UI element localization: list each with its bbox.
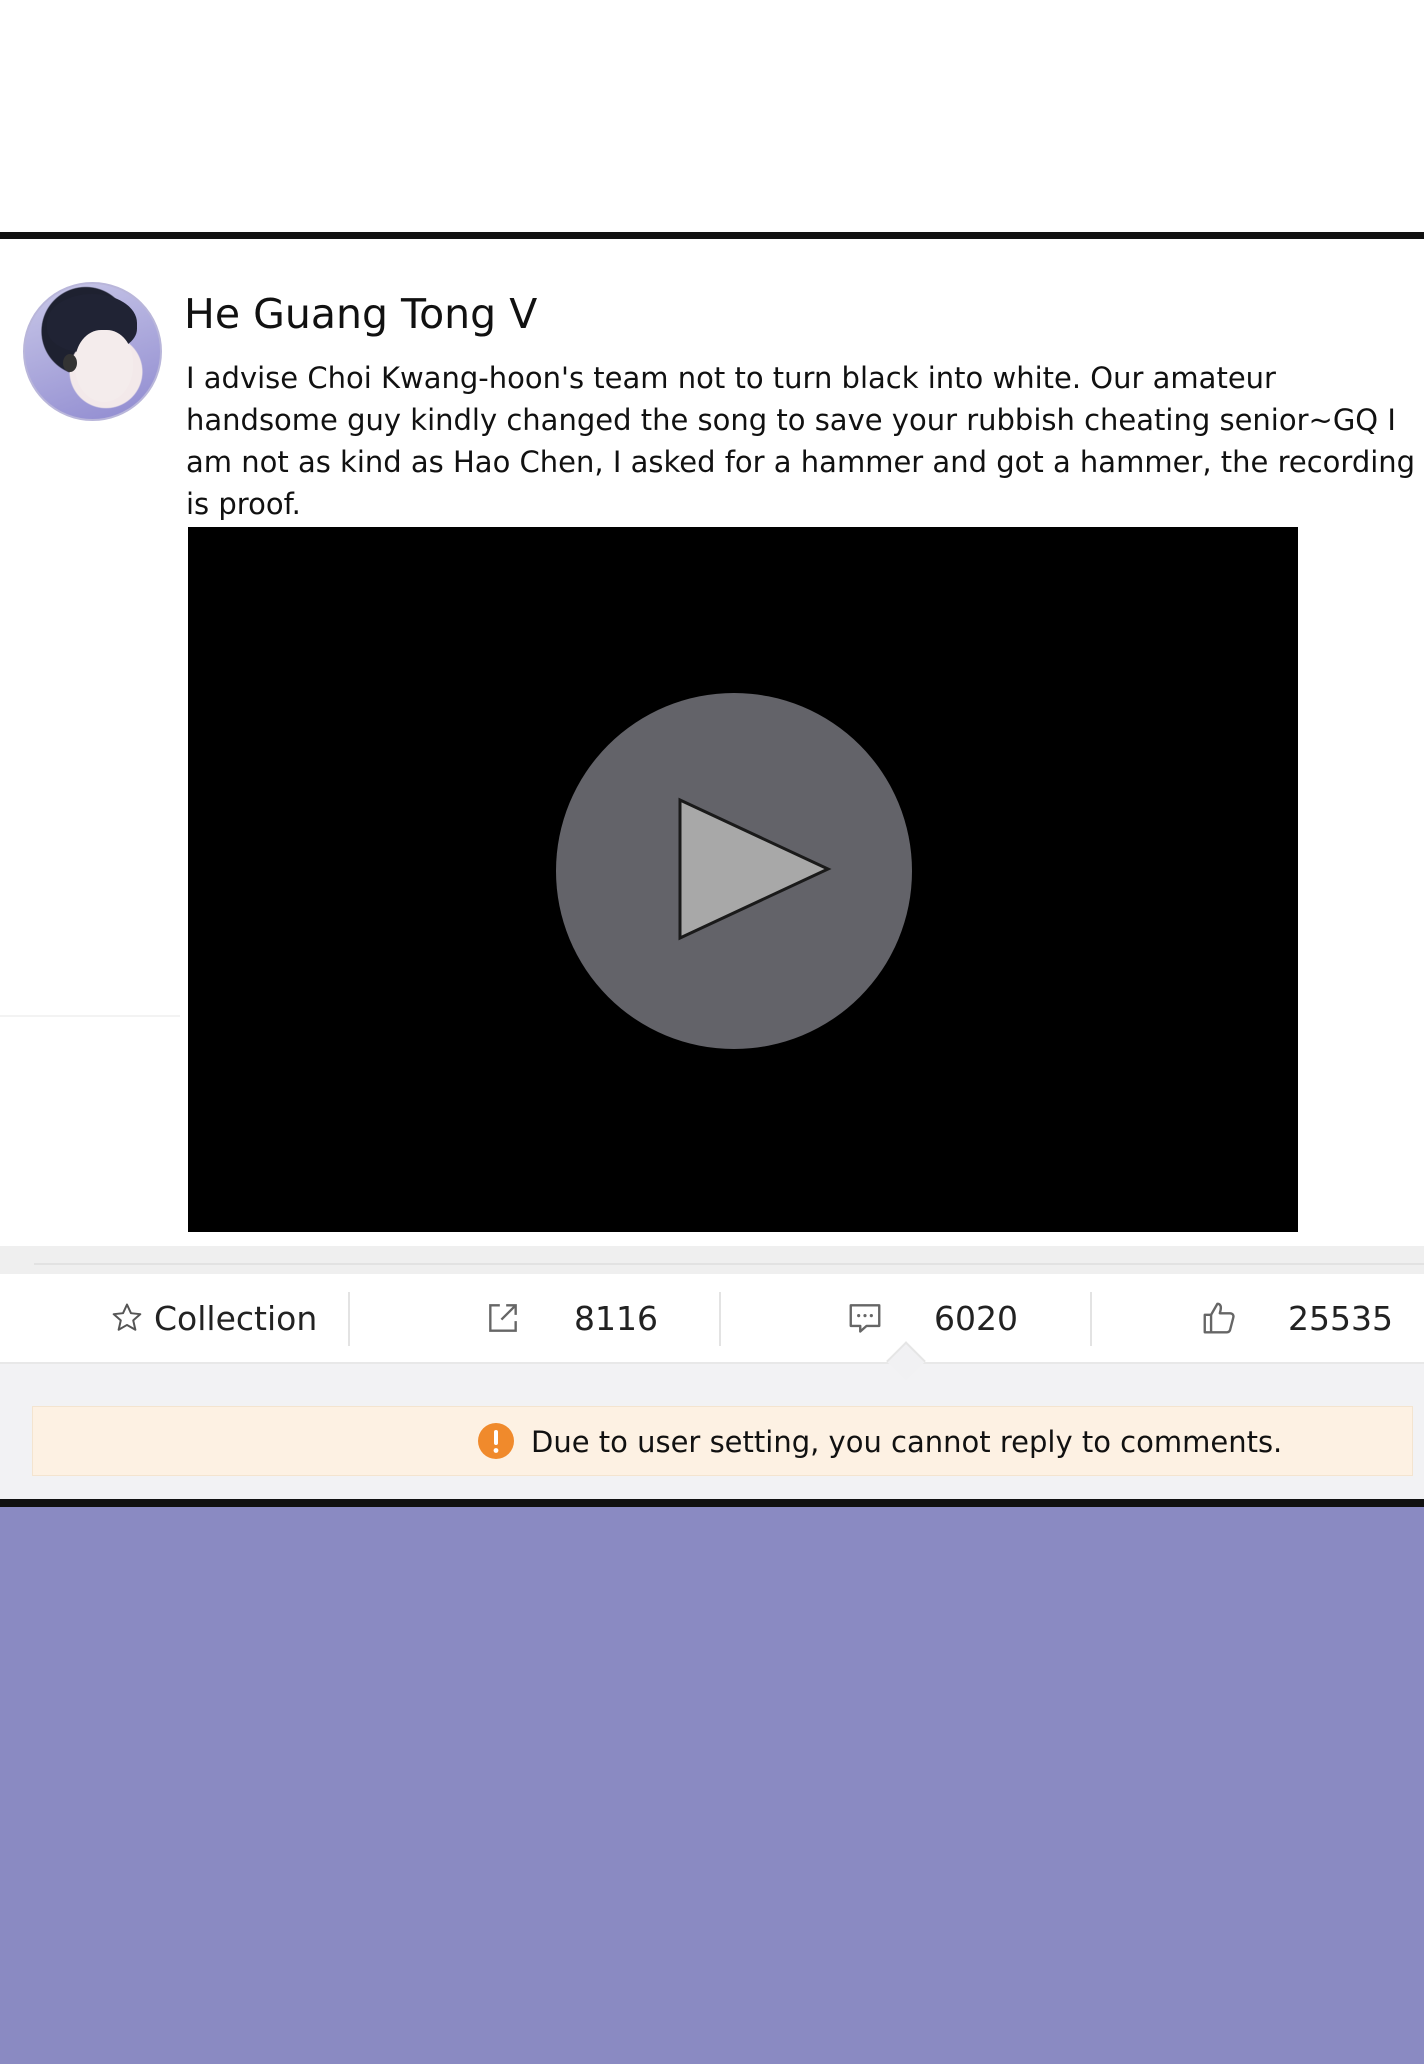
share-icon (489, 1304, 517, 1332)
share-button[interactable]: 8116 (484, 1274, 658, 1362)
notice-text: Due to user setting, you cannot reply to… (531, 1425, 1283, 1459)
top-border (0, 232, 1424, 239)
action-separator (348, 1292, 350, 1346)
like-count: 25535 (1288, 1298, 1393, 1338)
faint-divider (0, 1015, 180, 1017)
video-player[interactable] (188, 527, 1298, 1232)
background-panel (0, 1507, 1424, 2064)
warning-icon (478, 1423, 514, 1459)
star-icon (112, 1303, 142, 1331)
share-count: 8116 (574, 1298, 658, 1338)
action-separator (1090, 1292, 1092, 1346)
divider-line (34, 1263, 1424, 1265)
comment-icon (849, 1304, 881, 1333)
like-button[interactable]: 25535 (1200, 1274, 1393, 1362)
action-separator (719, 1292, 721, 1346)
collection-label: Collection (154, 1298, 318, 1338)
comment-button[interactable]: 6020 (846, 1274, 1018, 1362)
bottom-border (0, 1499, 1424, 1507)
avatar[interactable] (23, 282, 162, 421)
post-text: I advise Choi Kwang-hoon's team not to t… (186, 361, 1416, 521)
username[interactable]: He Guang Tong V (184, 290, 537, 338)
comment-count: 6020 (934, 1298, 1018, 1338)
play-icon (678, 797, 832, 941)
divider-band (0, 1246, 1424, 1274)
thumbs-up-icon (1203, 1302, 1235, 1334)
collection-button[interactable]: Collection (110, 1274, 317, 1362)
reply-disabled-notice: Due to user setting, you cannot reply to… (32, 1406, 1413, 1476)
action-bar: Collection 8116 6020 25535 (0, 1274, 1424, 1364)
play-button[interactable] (556, 693, 912, 1049)
